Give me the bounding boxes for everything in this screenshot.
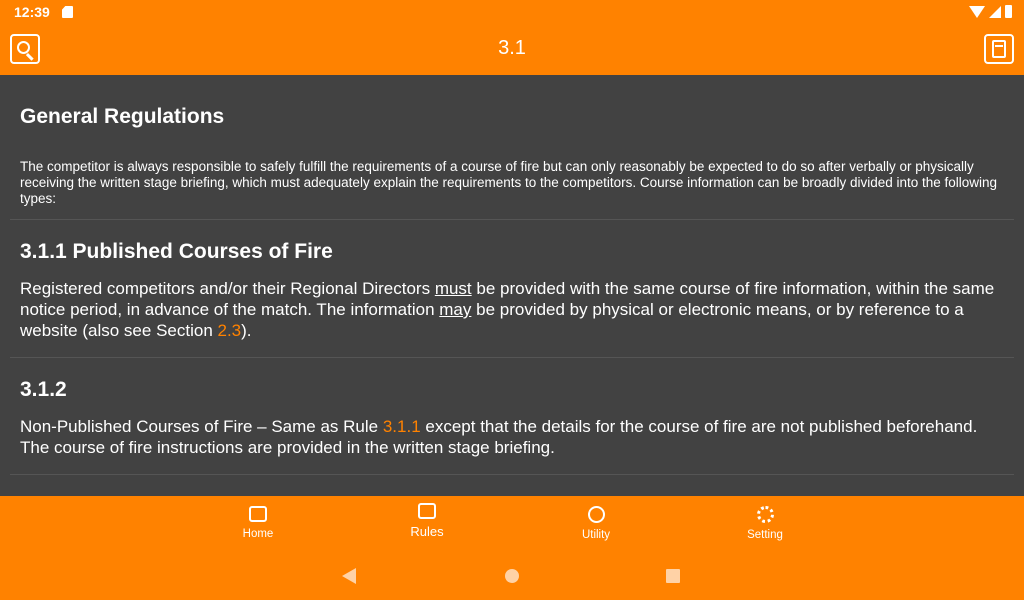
rules-icon (418, 503, 436, 519)
book-button[interactable] (984, 34, 1014, 64)
system-navigation-bar (0, 556, 1024, 600)
app-bar: 3.1 (0, 24, 1024, 75)
status-time: 12:39 (14, 4, 50, 20)
timer-icon (587, 506, 605, 523)
nav-setting-label: Setting (747, 529, 783, 541)
status-indicators (969, 5, 1012, 18)
general-regulations-text: The competitor is always responsible to … (20, 159, 998, 206)
nav-home[interactable]: Home (203, 506, 313, 540)
rule-3-1-1-text-part: Registered competitors and/or their Regi… (20, 279, 435, 298)
nav-utility[interactable]: Utility (541, 506, 651, 541)
recents-icon[interactable] (666, 569, 680, 583)
gear-icon (756, 506, 774, 523)
rules-content[interactable]: General Regulations The competitor is al… (0, 75, 1024, 496)
rule-3-1-1-underline-must: must (434, 279, 472, 298)
battery-icon (1005, 5, 1012, 18)
status-bar: 12:39 (0, 0, 1024, 24)
wifi-icon (969, 5, 985, 18)
rule-3-1-2-heading: 3.1.2 (20, 378, 67, 401)
rule-3-1-1-text-part: ). (241, 321, 252, 340)
page-title: 3.1 (498, 37, 526, 59)
nav-rules[interactable]: Rules (372, 503, 482, 539)
bottom-nav: Home Rules Utility Setting (0, 496, 1024, 556)
nav-home-label: Home (242, 528, 274, 540)
back-icon[interactable] (342, 568, 356, 584)
system-home-icon[interactable] (505, 569, 519, 583)
home-icon (249, 506, 267, 522)
rule-3-1-2-section: 3.1.2 Non-Published Courses of Fire – Sa… (0, 358, 1024, 474)
rule-3-1-2-text: Non-Published Courses of Fire – Same as … (20, 416, 1004, 458)
rule-3-1-1-link[interactable]: 3.1.1 (383, 417, 421, 436)
sd-card-icon (62, 6, 73, 18)
rule-3-1-1-text: Registered competitors and/or their Regi… (20, 278, 1004, 341)
general-regulations-heading: General Regulations (20, 105, 225, 128)
section-2-3-link[interactable]: 2.3 (218, 321, 242, 340)
rule-3-1-1-section: 3.1.1 Published Courses of Fire Register… (0, 220, 1024, 357)
nav-setting[interactable]: Setting (710, 506, 820, 541)
general-regulations-section: General Regulations The competitor is al… (0, 75, 1024, 219)
nav-rules-label: Rules (410, 524, 444, 539)
divider (10, 474, 1014, 475)
nav-utility-label: Utility (581, 529, 611, 541)
signal-icon (989, 5, 1001, 18)
rule-3-1-2-text-part: Non-Published Courses of Fire – Same as … (20, 417, 383, 436)
rule-3-1-1-underline-may: may (439, 300, 472, 319)
rule-3-1-1-heading: 3.1.1 Published Courses of Fire (20, 240, 333, 263)
book-icon-line (995, 45, 1003, 47)
book-icon (992, 40, 1006, 58)
